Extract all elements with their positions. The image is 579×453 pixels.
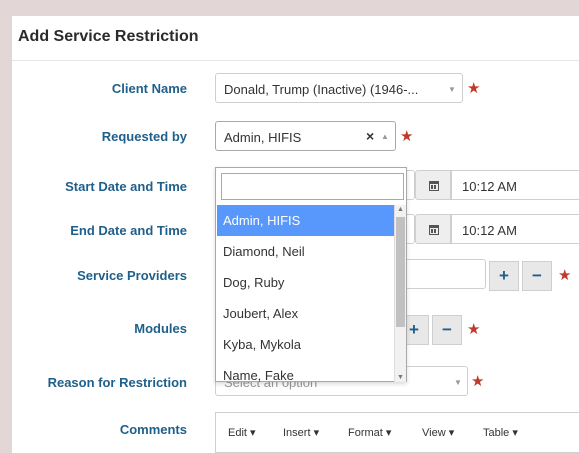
page-title: Add Service Restriction [18, 28, 199, 45]
requested-by-label: Requested by [101, 129, 187, 144]
add-provider-button[interactable]: + [489, 261, 519, 291]
comments-label: Comments [119, 422, 187, 437]
comments-editor[interactable]: Edit ▾ Insert ▾ Format ▾ View ▾ Table ▾ [215, 412, 579, 453]
required-star: ★ [467, 80, 481, 97]
menu-insert[interactable]: Insert ▾ [283, 426, 319, 439]
requested-by-value: Admin, HIFIS [224, 130, 302, 145]
dropdown-option[interactable]: Joubert, Alex [217, 298, 395, 329]
form-sheet: Add Service Restriction Client Name Dona… [12, 16, 579, 453]
dropdown-option[interactable]: Kyba, Mykola [217, 329, 395, 360]
end-time-value: 10:12 AM [462, 223, 517, 238]
start-date-label: Start Date and Time [65, 179, 187, 194]
client-name-label: Client Name [111, 81, 187, 96]
scrollbar-thumb[interactable] [396, 217, 405, 327]
required-star: ★ [558, 267, 572, 284]
dropdown-search-input[interactable] [221, 173, 404, 200]
end-date-calendar-button[interactable] [415, 214, 451, 244]
menu-format[interactable]: Format ▾ [348, 426, 391, 439]
requested-by-dropdown: Admin, HIFIS Diamond, Neil Dog, Ruby Jou… [215, 167, 407, 382]
dropdown-scrollbar[interactable]: ▲ ▼ [394, 205, 406, 382]
menu-view[interactable]: View ▾ [422, 426, 454, 439]
remove-module-button[interactable]: − [432, 315, 462, 345]
calendar-icon [429, 225, 439, 235]
end-time-input[interactable]: 10:12 AM [451, 214, 579, 244]
caret-down-icon: ▼ [454, 378, 462, 387]
scroll-down-icon[interactable]: ▼ [397, 374, 404, 381]
dropdown-option[interactable]: Diamond, Neil [217, 236, 395, 267]
modules-label: Modules [134, 321, 187, 336]
menu-table[interactable]: Table ▾ [483, 426, 518, 439]
start-date-calendar-button[interactable] [415, 170, 451, 200]
caret-up-icon: ▲ [381, 132, 389, 141]
service-providers-label: Service Providers [77, 268, 187, 283]
dropdown-option[interactable]: Name, Fake [217, 360, 395, 382]
caret-down-icon: ▼ [448, 85, 456, 94]
dropdown-list: Admin, HIFIS Diamond, Neil Dog, Ruby Jou… [217, 205, 395, 382]
required-star: ★ [467, 321, 481, 338]
start-time-value: 10:12 AM [462, 179, 517, 194]
required-star: ★ [400, 128, 414, 145]
client-name-select[interactable]: Donald, Trump (Inactive) (1946-... ▼ [215, 73, 463, 103]
remove-provider-button[interactable]: − [522, 261, 552, 291]
dropdown-option[interactable]: Dog, Ruby [217, 267, 395, 298]
end-date-label: End Date and Time [70, 223, 187, 238]
scroll-up-icon[interactable]: ▲ [397, 206, 404, 213]
dropdown-option[interactable]: Admin, HIFIS [217, 205, 395, 236]
client-name-value: Donald, Trump (Inactive) (1946-... [224, 82, 419, 97]
requested-by-select[interactable]: Admin, HIFIS × ▲ [215, 121, 396, 151]
panel: Add Service Restriction Client Name Dona… [0, 0, 579, 453]
reason-label: Reason for Restriction [47, 375, 187, 390]
menu-edit[interactable]: Edit ▾ [228, 426, 256, 439]
required-star: ★ [471, 373, 485, 390]
divider [12, 60, 579, 61]
clear-icon[interactable]: × [366, 128, 374, 144]
calendar-icon [429, 181, 439, 191]
start-time-input[interactable]: 10:12 AM [451, 170, 579, 200]
